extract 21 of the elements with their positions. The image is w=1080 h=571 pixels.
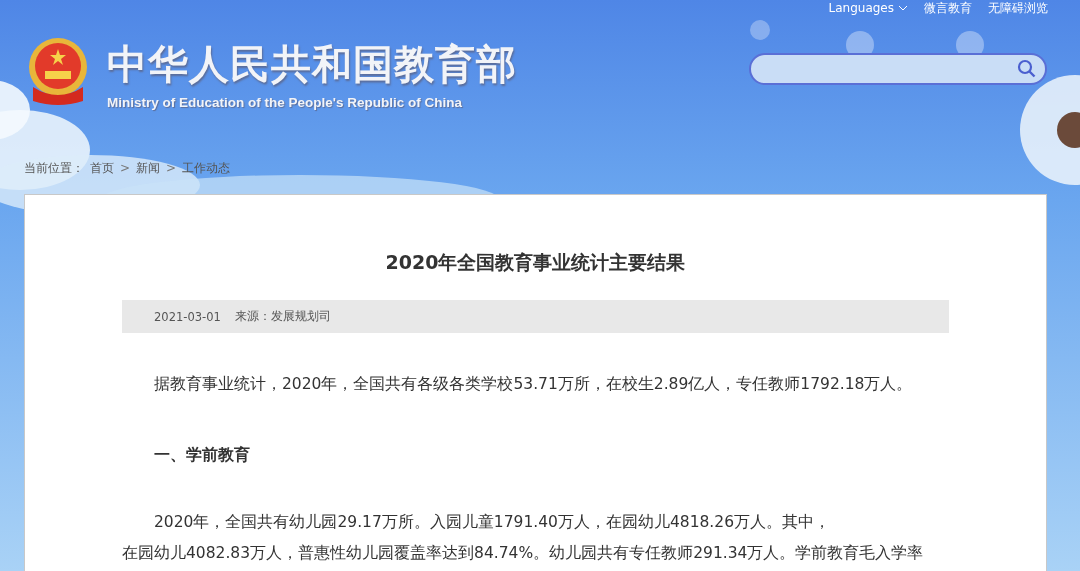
paragraph-text: 据教育事业统计，2020年，全国共有各级各类学校53.71万所，在校生2.89亿人，专任教师1792.18万人。 <box>153 374 914 395</box>
breadcrumb-link[interactable]: 工作动态 <box>182 159 231 177</box>
chevron-down-icon <box>898 5 908 11</box>
breadcrumb-separator: > <box>166 161 177 175</box>
publish-date: 2021-03-01 <box>154 309 221 324</box>
search-icon[interactable] <box>1017 59 1037 79</box>
breadcrumb-label: 当前位置： <box>24 159 84 177</box>
search-field[interactable] <box>749 53 1047 85</box>
top-link[interactable]: Languages <box>828 1 908 15</box>
site-subtitle: Ministry of Education of the People's Republic of China <box>107 95 463 110</box>
site-title: 中华人民共和国教育部 <box>107 42 517 86</box>
section-heading: 一、学前教育 <box>153 445 251 466</box>
breadcrumb-link[interactable]: 首页 <box>90 159 114 177</box>
article-title: 2020年全国教育事业统计主要结果 <box>384 250 687 275</box>
article-source: 来源：发展规划司 <box>234 309 331 324</box>
paragraph-text: 在园幼儿4082.83万人，普惠性幼儿园覆盖率达到84.74%。幼儿园共有专任教师291.34万人。学前教育毛入学率 <box>122 543 925 564</box>
breadcrumb-separator: > <box>120 161 131 175</box>
top-link[interactable]: 无障碍浏览 <box>988 0 1048 17</box>
paragraph-text: 2020年，全国共有幼儿园29.17万所。入园儿童1791.40万人，在园幼儿4818.26万人。其中， <box>153 512 831 533</box>
breadcrumb-link[interactable]: 新闻 <box>136 159 161 177</box>
top-link[interactable]: 微言教育 <box>924 0 972 17</box>
